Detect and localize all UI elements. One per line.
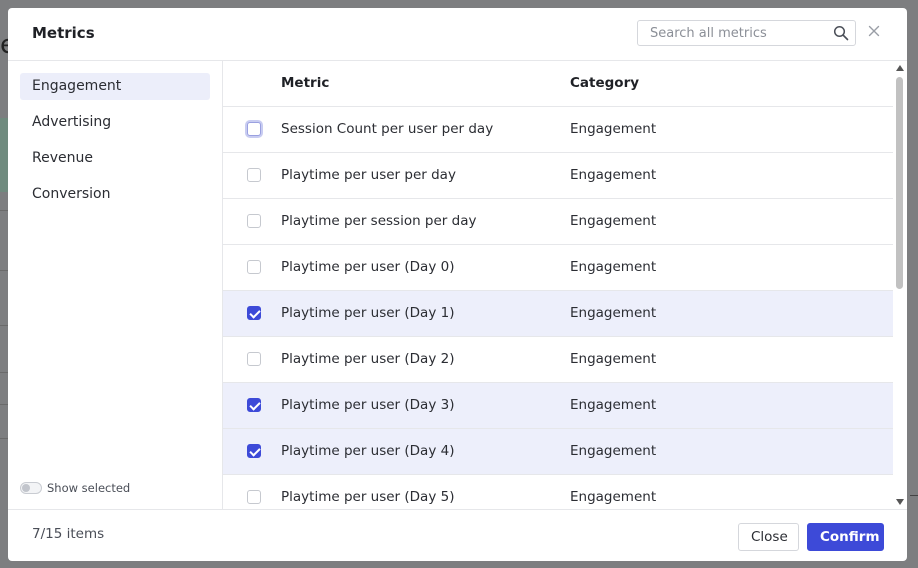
selection-count: 7/15 items — [32, 526, 105, 542]
row-checkbox[interactable] — [247, 306, 261, 320]
sidebar-item-revenue[interactable]: Revenue — [20, 145, 210, 172]
metric-name: Session Count per user per day — [281, 121, 494, 137]
metric-name: Playtime per user (Day 1) — [281, 305, 455, 321]
sidebar-item-conversion[interactable]: Conversion — [20, 181, 210, 208]
category-sidebar: Engagement Advertising Revenue Conversio… — [8, 61, 223, 509]
show-selected-label: Show selected — [47, 481, 131, 495]
column-header-category: Category — [570, 75, 640, 91]
row-checkbox[interactable] — [247, 490, 261, 504]
search-icon[interactable] — [833, 25, 849, 41]
background-fragment — [910, 495, 918, 496]
table-row[interactable]: Playtime per user (Day 2) Engagement — [223, 337, 893, 383]
dialog-footer: 7/15 items Close Confirm — [8, 509, 907, 561]
sidebar-item-engagement[interactable]: Engagement — [20, 73, 210, 100]
metric-category: Engagement — [570, 397, 657, 413]
background-fragment — [0, 438, 8, 439]
show-selected-toggle[interactable] — [20, 482, 42, 494]
metric-category: Engagement — [570, 213, 657, 229]
row-checkbox[interactable] — [247, 444, 261, 458]
metric-category: Engagement — [570, 167, 657, 183]
metric-category: Engagement — [570, 121, 657, 137]
metric-category: Engagement — [570, 489, 657, 505]
row-checkbox[interactable] — [247, 352, 261, 366]
table-scrollbar[interactable] — [893, 61, 907, 509]
metrics-dialog: Metrics Engagement Advertising Revenue C… — [8, 8, 907, 561]
table-row[interactable]: Playtime per user (Day 0) Engagement — [223, 245, 893, 291]
metric-name: Playtime per user (Day 3) — [281, 397, 455, 413]
table-row[interactable]: Session Count per user per day Engagement — [223, 107, 893, 153]
row-checkbox[interactable] — [247, 122, 261, 136]
sidebar-item-advertising[interactable]: Advertising — [20, 109, 210, 136]
background-fragment — [0, 325, 8, 326]
table-row[interactable]: Playtime per session per day Engagement — [223, 199, 893, 245]
scrollbar-thumb[interactable] — [896, 77, 903, 289]
row-checkbox[interactable] — [247, 398, 261, 412]
dialog-header: Metrics — [8, 8, 907, 61]
table-header: Metric Category — [223, 61, 893, 107]
metric-name: Playtime per user (Day 5) — [281, 489, 455, 505]
column-header-metric: Metric — [281, 75, 330, 91]
dialog-title: Metrics — [32, 24, 95, 42]
background-fragment — [0, 404, 8, 405]
search-input[interactable] — [638, 21, 840, 45]
row-checkbox[interactable] — [247, 260, 261, 274]
metric-name: Playtime per user (Day 0) — [281, 259, 455, 275]
background-fragment — [0, 118, 8, 192]
background-fragment — [0, 210, 8, 211]
table-row[interactable]: Playtime per user (Day 4) Engagement — [223, 429, 893, 475]
table-row[interactable]: Playtime per user (Day 3) Engagement — [223, 383, 893, 429]
metric-category: Engagement — [570, 259, 657, 275]
background-fragment — [0, 372, 8, 373]
table-row[interactable]: Playtime per user per day Engagement — [223, 153, 893, 199]
row-checkbox[interactable] — [247, 168, 261, 182]
metric-name: Playtime per user (Day 4) — [281, 443, 455, 459]
metric-category: Engagement — [570, 443, 657, 459]
metric-name: Playtime per session per day — [281, 213, 477, 229]
metrics-table: Metric Category Session Count per user p… — [223, 61, 893, 509]
scroll-down-arrow-icon[interactable] — [896, 499, 904, 505]
row-checkbox[interactable] — [247, 214, 261, 228]
table-row[interactable]: Playtime per user (Day 5) Engagement — [223, 475, 893, 509]
confirm-button[interactable]: Confirm — [807, 523, 884, 551]
metric-category: Engagement — [570, 351, 657, 367]
background-fragment — [0, 270, 8, 271]
show-selected-control[interactable]: Show selected — [20, 480, 130, 496]
search-box[interactable] — [637, 20, 856, 46]
metric-name: Playtime per user (Day 2) — [281, 351, 455, 367]
close-button[interactable]: Close — [738, 523, 799, 551]
scroll-up-arrow-icon[interactable] — [896, 65, 904, 71]
table-row[interactable]: Playtime per user (Day 1) Engagement — [223, 291, 893, 337]
metric-category: Engagement — [570, 305, 657, 321]
close-icon[interactable] — [866, 23, 882, 39]
metric-name: Playtime per user per day — [281, 167, 456, 183]
